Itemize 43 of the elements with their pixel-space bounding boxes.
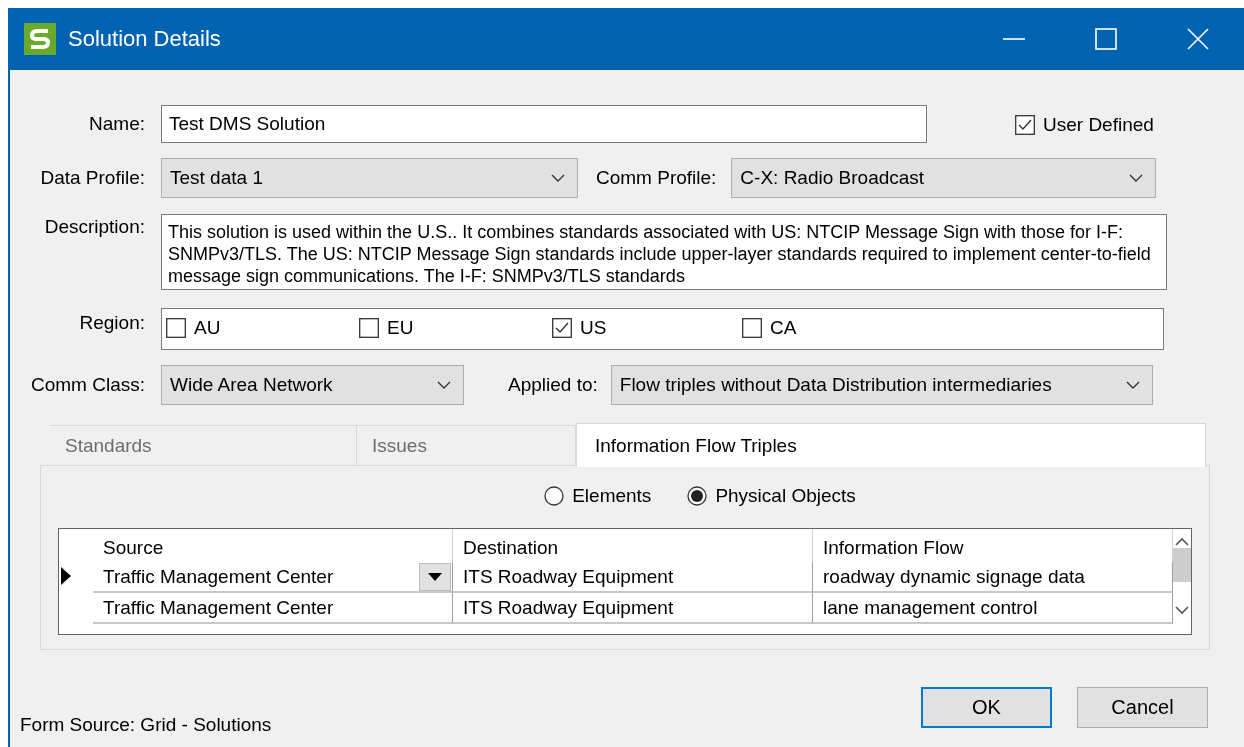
chevron-down-icon — [437, 380, 451, 390]
field-label: Description: — [43, 216, 145, 238]
dropdown[interactable]: Flow triples without Data Distribution intermediaries — [610, 365, 1153, 405]
window-title: Solution Details — [68, 26, 222, 52]
checkbox[interactable]: AU — [166, 316, 221, 339]
maximize-icon — [1095, 28, 1117, 50]
dialog-button[interactable]: OK — [921, 687, 1052, 728]
table-cell: ITS Roadway Equipment — [453, 593, 813, 624]
scroll-up-icon — [1175, 537, 1189, 546]
table-cell: lane management control — [813, 593, 1173, 624]
minimize-icon — [1003, 38, 1025, 40]
dropdown[interactable]: Wide Area Network — [161, 365, 464, 405]
field-label: Region: — [78, 312, 145, 334]
close-icon — [1187, 28, 1209, 50]
table-row[interactable]: Traffic Management Center ITS Roadway Equipment roadway dynamic signage data — [59, 562, 1173, 593]
dropdown[interactable]: Test data 1 — [161, 158, 578, 198]
name-field[interactable]: Test DMS Solution — [161, 105, 927, 143]
caret-icon — [428, 572, 442, 581]
radio-button[interactable]: Elements — [544, 484, 652, 507]
dropdown-button[interactable] — [419, 562, 451, 591]
chevron-down-icon — [551, 173, 565, 183]
checkbox[interactable]: CA — [742, 316, 797, 339]
tab[interactable]: Information Flow Triples — [576, 423, 1206, 467]
checkbox[interactable]: User Defined — [1015, 113, 1154, 136]
chevron-down-icon — [1125, 380, 1140, 390]
field-label: Name: — [88, 113, 145, 135]
field-label: Comm Profile: — [596, 167, 717, 189]
checkbox[interactable]: US — [552, 316, 607, 339]
app-logo-icon — [24, 23, 56, 55]
dialog-button[interactable]: Cancel — [1077, 687, 1208, 728]
checkbox[interactable]: EU — [359, 316, 414, 339]
field-label: Data Profile: — [39, 167, 145, 189]
table-cell: Traffic Management Center — [93, 593, 453, 624]
field-label: Comm Class: — [30, 374, 145, 396]
field-label: Applied to: — [508, 374, 598, 396]
status-text: Form Source: Grid - Solutions — [20, 714, 273, 736]
tab[interactable]: Standards — [50, 425, 357, 465]
chevron-down-icon — [1129, 173, 1144, 183]
scroll-thumb[interactable] — [1173, 548, 1191, 582]
radio-button[interactable]: Physical Objects — [687, 484, 856, 507]
description-field[interactable]: This solution is used within the U.S.. It combines standards associated with US: NTCIP Message Sign with those for I-F: SNMPv3/TLS. The US: NTCIP Message Sign standards include upper-layer standards required to implement center-to-field message sign communications. The I-F: SNMPv3/TLS standards — [161, 214, 1167, 290]
scroll-down-icon — [1175, 606, 1189, 615]
dropdown[interactable]: C-X: Radio Broadcast — [731, 158, 1157, 198]
